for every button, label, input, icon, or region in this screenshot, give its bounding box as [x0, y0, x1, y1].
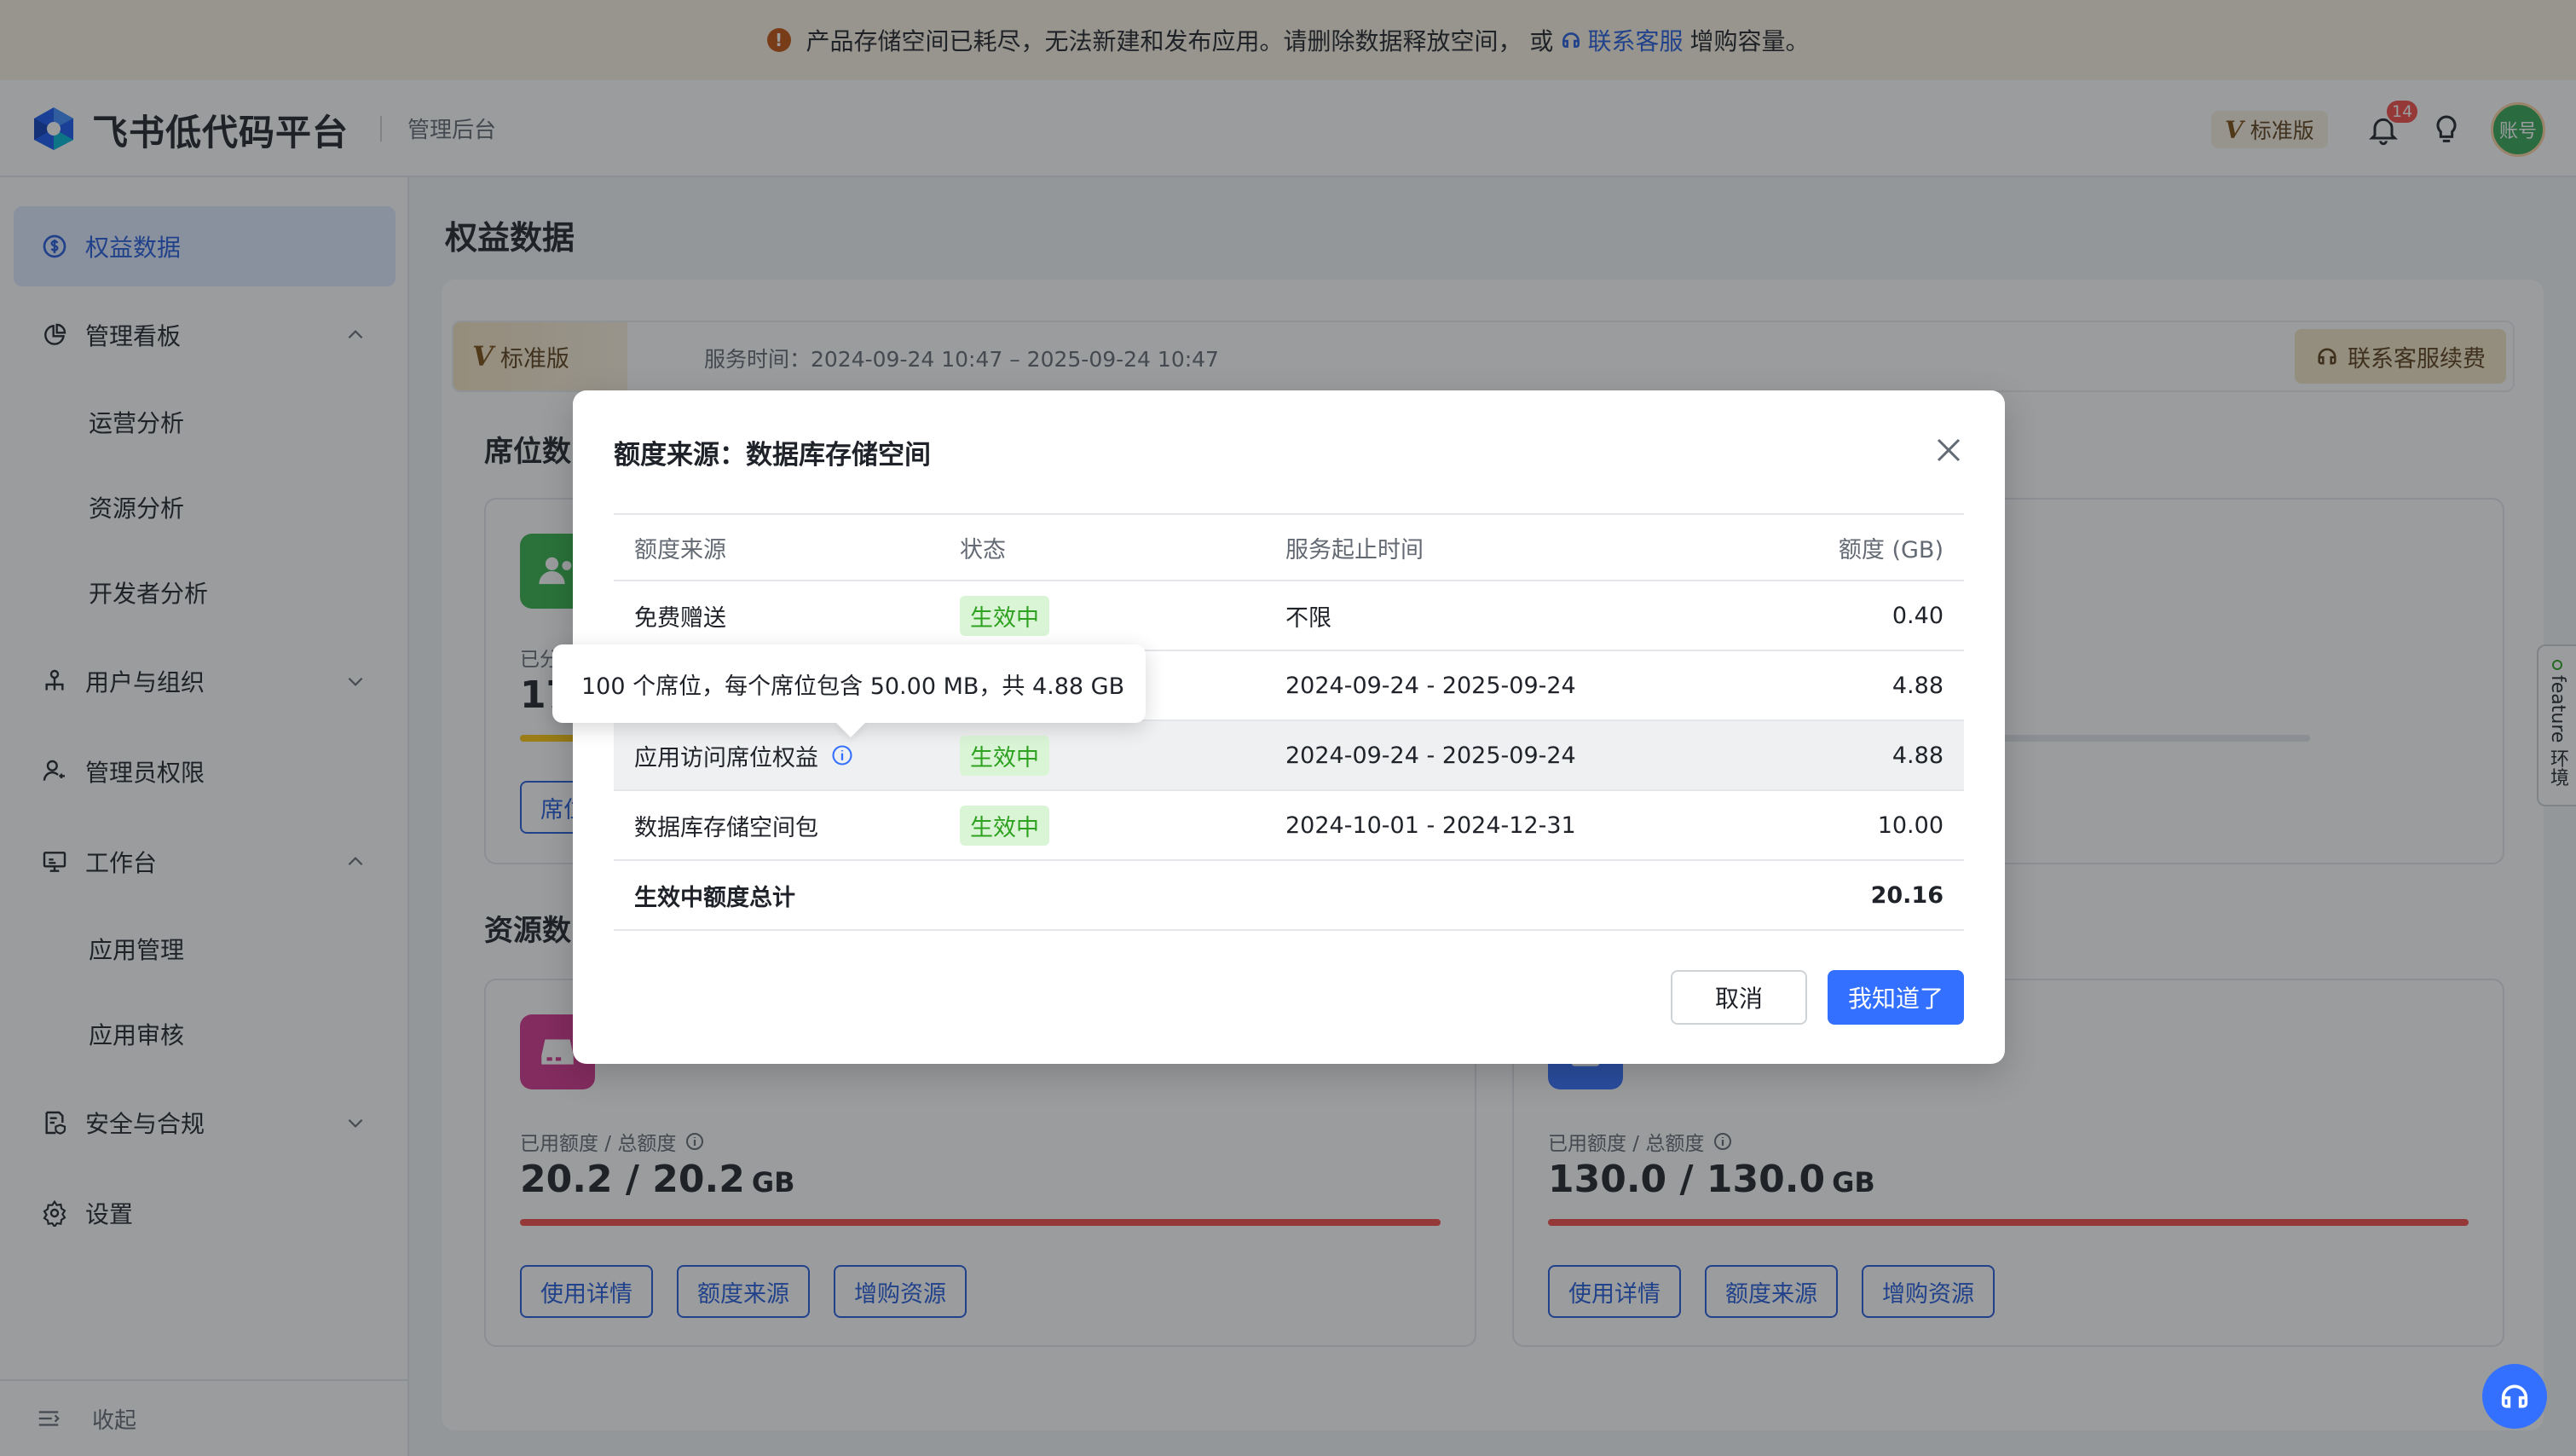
table-row: 数据库存储空间包 生效中 2024-10-01 - 2024-12-31 10.…	[614, 791, 1964, 861]
seat-quota-tooltip: 100 个席位，每个席位包含 50.00 MB，共 4.88 GB	[552, 644, 1146, 723]
cell-status: 生效中	[960, 735, 1049, 776]
cancel-button[interactable]: 取消	[1671, 970, 1807, 1025]
acknowledge-button[interactable]: 我知道了	[1828, 970, 1964, 1025]
cell-quota: 0.40	[1892, 602, 1944, 629]
status-badge: 生效中	[960, 735, 1049, 776]
table-total-row: 生效中额度总计 20.16	[614, 861, 1964, 931]
col-header-quota: 额度 (GB)	[1838, 536, 1944, 563]
cell-source: 应用访问席位权益	[634, 739, 854, 772]
quota-source-dialog: 额度来源：数据库存储空间 额度来源 状态 服务起止时间 额度 (GB) 免费赠送…	[573, 390, 2005, 1064]
headset-icon	[2501, 1384, 2528, 1408]
dialog-title: 额度来源：数据库存储空间	[614, 440, 931, 471]
table-row: 应用访问席位权益 生效中 2024-09-24 - 2025-09-24 4.8…	[614, 721, 1964, 791]
col-header-source: 额度来源	[634, 536, 726, 563]
info-icon[interactable]	[830, 743, 854, 767]
tooltip-text: 100 个席位，每个席位包含 50.00 MB，共 4.88 GB	[581, 673, 1125, 700]
status-badge: 生效中	[960, 805, 1049, 846]
cell-period: 不限	[1285, 604, 1331, 632]
status-badge: 生效中	[960, 595, 1049, 636]
cell-period: 2024-10-01 - 2024-12-31	[1285, 812, 1576, 839]
help-button[interactable]	[2482, 1364, 2547, 1429]
cell-quota: 10.00	[1877, 812, 1944, 839]
total-label: 生效中额度总计	[634, 884, 795, 911]
cell-period: 2024-09-24 - 2025-09-24	[1285, 742, 1576, 769]
table-header-row: 额度来源 状态 服务起止时间 额度 (GB)	[614, 513, 1964, 581]
col-header-period: 服务起止时间	[1285, 536, 1424, 563]
cell-source: 免费赠送	[634, 604, 726, 632]
cell-quota: 4.88	[1892, 672, 1944, 699]
cell-source: 数据库存储空间包	[634, 814, 818, 841]
cell-status: 生效中	[960, 805, 1049, 846]
cell-period: 2024-09-24 - 2025-09-24	[1285, 672, 1576, 699]
table-row: 免费赠送 生效中 不限 0.40	[614, 581, 1964, 651]
cell-status: 生效中	[960, 595, 1049, 636]
cell-quota: 4.88	[1892, 742, 1944, 769]
cell-source-text: 应用访问席位权益	[634, 744, 818, 771]
col-header-status: 状态	[960, 536, 1006, 563]
close-icon[interactable]	[1933, 435, 1964, 465]
total-value: 20.16	[1870, 881, 1944, 909]
